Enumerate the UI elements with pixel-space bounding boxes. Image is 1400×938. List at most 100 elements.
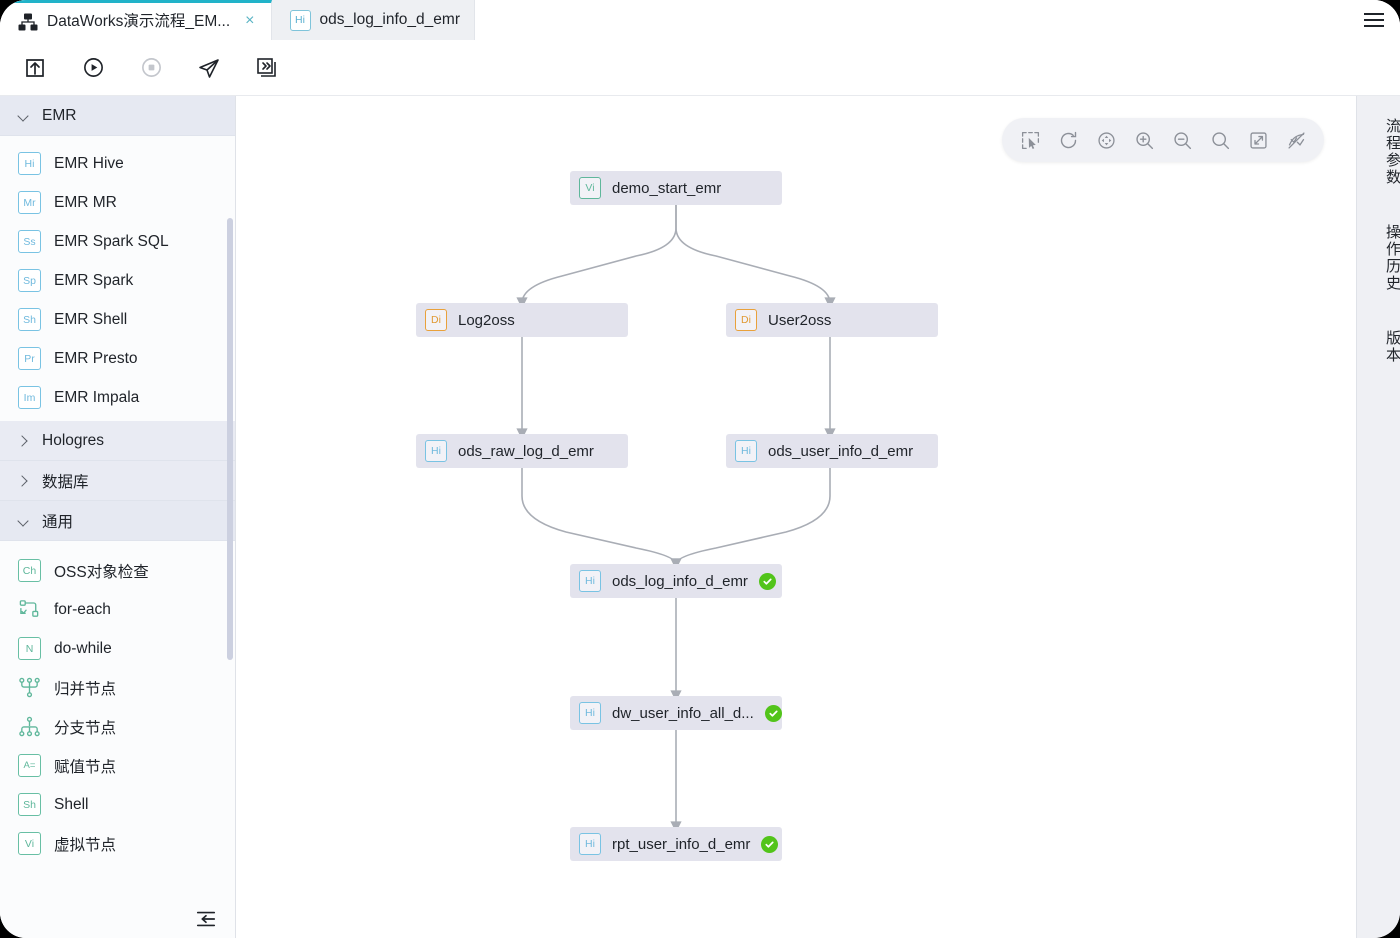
shell-badge-icon: Sh [18, 308, 41, 331]
zoom-in-icon[interactable] [1128, 124, 1160, 156]
group-label: 通用 [42, 513, 74, 531]
canvas-toolbar [1002, 118, 1324, 162]
sidebar-scrollbar[interactable] [227, 218, 233, 660]
palette-group-emr-items: Hi EMR Hive Mr EMR MR Ss EMR Spark SQL S… [0, 136, 235, 421]
hive-badge-icon: Hi [579, 833, 601, 855]
close-icon[interactable]: × [239, 12, 256, 31]
spark-badge-icon: Sp [18, 269, 41, 292]
flow-node-demo-start-emr[interactable]: Vi demo_start_emr [570, 171, 782, 205]
right-rail: 流程参数 操作历史 版本 [1356, 96, 1400, 938]
palette-item-label: for-each [54, 600, 111, 618]
palette-item-emr-impala[interactable]: Im EMR Impala [0, 378, 235, 417]
flow-node-user2oss[interactable]: Di User2oss [726, 303, 938, 337]
for-each-icon [18, 598, 41, 621]
flow-node-ods-raw-log-d-emr[interactable]: Hi ods_raw_log_d_emr [416, 434, 628, 468]
palette-item-emr-presto[interactable]: Pr EMR Presto [0, 339, 235, 378]
assign-badge-icon: A= [18, 754, 41, 777]
palette-group-emr[interactable]: EMR [0, 96, 235, 136]
virtual-badge-icon: Vi [579, 177, 601, 199]
palette-group-general[interactable]: 通用 [0, 501, 235, 541]
palette-item-do-while[interactable]: N do-while [0, 629, 235, 668]
tab-bar: DataWorks演示流程_EM... × Hi ods_log_info_d_… [0, 0, 1400, 40]
hive-badge-icon: Hi [18, 152, 41, 175]
palette-item-label: Shell [54, 795, 89, 813]
flow-node-ods-log-info-d-emr[interactable]: Hi ods_log_info_d_emr [570, 564, 782, 598]
expand-box-icon[interactable] [1242, 124, 1274, 156]
palette-item-label: EMR Shell [54, 310, 128, 328]
hive-badge-icon: Hi [289, 9, 311, 31]
tab-label: DataWorks演示流程_EM... [47, 13, 231, 30]
palette-item-branch-node[interactable]: 分支节点 [0, 707, 235, 746]
app-window: DataWorks演示流程_EM... × Hi ods_log_info_d_… [0, 0, 1400, 938]
fit-arrows-circle-icon[interactable] [1090, 124, 1122, 156]
refresh-icon[interactable] [1052, 124, 1084, 156]
collapse-sidebar-icon[interactable] [195, 908, 217, 935]
marquee-cursor-icon[interactable] [1014, 124, 1046, 156]
flow-node-ods-user-info-d-emr[interactable]: Hi ods_user_info_d_emr [726, 434, 938, 468]
flow-parameters-tab[interactable]: 流程参数 [1357, 112, 1400, 192]
flow-node-dw-user-info-all-d[interactable]: Hi dw_user_info_all_d... [570, 696, 782, 730]
tab-label: ods_log_info_d_emr [319, 11, 460, 28]
flow-canvas[interactable]: Vi demo_start_emr Di Log2oss Di User2oss… [236, 96, 1356, 938]
run-button[interactable] [78, 53, 108, 83]
save-button[interactable] [20, 53, 50, 83]
flow-node-log2oss[interactable]: Di Log2oss [416, 303, 628, 337]
flow-node-label: demo_start_emr [612, 179, 722, 197]
palette-item-label: 虚拟节点 [54, 836, 117, 854]
palette-item-for-each[interactable]: for-each [0, 590, 235, 629]
palette-group-database[interactable]: 数据库 [0, 461, 235, 501]
chevron-down-icon [18, 516, 28, 526]
virtual-badge-icon: Vi [18, 832, 41, 855]
hive-badge-icon: Hi [579, 702, 601, 724]
impala-badge-icon: Im [18, 386, 41, 409]
palette-item-label: EMR Hive [54, 154, 124, 172]
sidebar-footer [0, 904, 235, 938]
hive-badge-icon: Hi [579, 570, 601, 592]
more-button[interactable] [252, 53, 282, 83]
palette-item-emr-shell[interactable]: Sh EMR Shell [0, 300, 235, 339]
group-label: EMR [42, 106, 77, 124]
operation-history-tab[interactable]: 操作历史 [1357, 218, 1400, 298]
tab-bar-spacer [474, 0, 1354, 40]
tab-ods-log-info-d-emr[interactable]: Hi ods_log_info_d_emr [271, 0, 475, 40]
palette-item-emr-spark-sql[interactable]: Ss EMR Spark SQL [0, 222, 235, 261]
magnifier-icon[interactable] [1204, 124, 1236, 156]
group-label: 数据库 [42, 473, 89, 491]
palette-scroll-area: EMR Hi EMR Hive Mr EMR MR Ss EMR Spark S… [0, 96, 235, 904]
flow-node-label: User2oss [768, 311, 832, 329]
palette-item-emr-hive[interactable]: Hi EMR Hive [0, 144, 235, 183]
submit-button[interactable] [194, 53, 224, 83]
chevron-right-icon [18, 476, 28, 486]
flow-node-label: ods_raw_log_d_emr [458, 442, 594, 460]
data-integration-badge-icon: Di [425, 309, 447, 331]
presto-badge-icon: Pr [18, 347, 41, 370]
tab-dataworks-flow[interactable]: DataWorks演示流程_EM... × [0, 0, 272, 40]
palette-item-emr-mr[interactable]: Mr EMR MR [0, 183, 235, 222]
hive-badge-icon: Hi [425, 440, 447, 462]
palette-item-assign-node[interactable]: A= 赋值节点 [0, 746, 235, 785]
editor-toolbar [0, 40, 1400, 96]
sitemap-icon [18, 13, 38, 31]
palette-item-label: EMR Impala [54, 388, 140, 406]
flow-node-label: ods_user_info_d_emr [768, 442, 914, 460]
palette-item-merge-node[interactable]: 归并节点 [0, 668, 235, 707]
chevron-right-icon [18, 436, 28, 446]
zoom-out-icon[interactable] [1166, 124, 1198, 156]
spark-sql-badge-icon: Ss [18, 230, 41, 253]
data-integration-badge-icon: Di [735, 309, 757, 331]
edges-hidden-icon[interactable] [1280, 124, 1312, 156]
menu-icon[interactable] [1354, 0, 1400, 40]
version-tab[interactable]: 版本 [1357, 324, 1400, 370]
do-while-badge-icon: N [18, 637, 41, 660]
palette-item-emr-spark[interactable]: Sp EMR Spark [0, 261, 235, 300]
branch-node-icon [18, 715, 41, 738]
palette-group-hologres[interactable]: Hologres [0, 421, 235, 461]
shell-green-badge-icon: Sh [18, 793, 41, 816]
flow-node-rpt-user-info-d-emr[interactable]: Hi rpt_user_info_d_emr [570, 827, 782, 861]
palette-item-oss-object-check[interactable]: Ch OSS对象检查 [0, 551, 235, 590]
palette-item-shell[interactable]: Sh Shell [0, 785, 235, 824]
status-success-icon [761, 835, 779, 853]
palette-item-virtual-node[interactable]: Vi 虚拟节点 [0, 824, 235, 863]
palette-group-general-items: Ch OSS对象检查 for-each N do-while 归并节点 分支节点… [0, 541, 235, 867]
stop-button [136, 53, 166, 83]
